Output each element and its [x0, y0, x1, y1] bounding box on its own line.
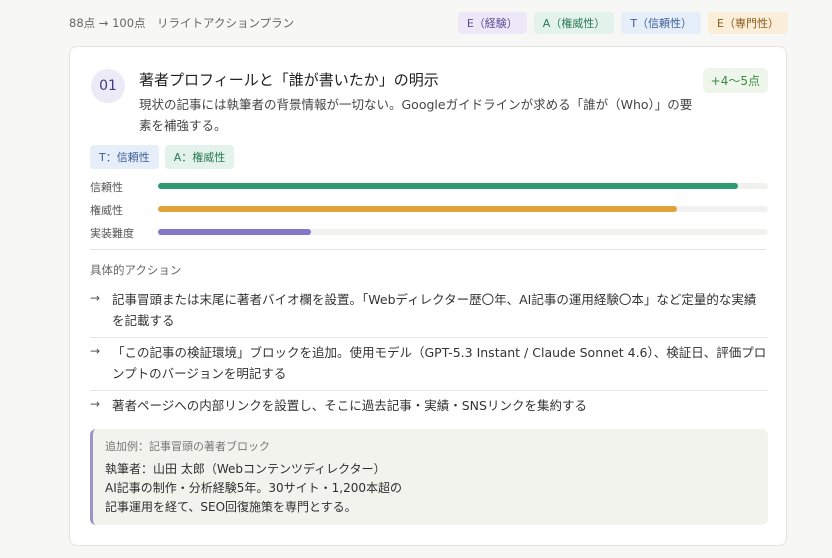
metric-bars: 信頼性 権威性 実装難度 [90, 177, 768, 246]
example-line: 執筆者：山田 太郎（Webコンテンツディレクター） [105, 462, 386, 476]
arrow-right-icon: → [90, 344, 101, 358]
action-card: 01 著者プロフィールと「誰が書いたか」の明示 +4〜5点 現状の記事には執筆者… [69, 46, 787, 546]
example-label: 追加例：記事冒頭の著者ブロック [105, 440, 270, 453]
card-title: 著者プロフィールと「誰が書いたか」の明示 [139, 71, 439, 89]
card-description: 現状の記事には執筆者の背景情報が一切ない。Googleガイドラインが求める「誰が… [139, 97, 693, 133]
action-item: → 「この記事の検証環境」ブロックを追加。使用モデル（GPT-5.3 Insta… [90, 338, 768, 391]
legend: E（経験） A（権威性） T（信頼性） E（専門性） [457, 12, 788, 34]
action-item: → 著者ページへの内部リンクを設置し、そこに過去記事・実績・SNSリンクを集約す… [90, 391, 768, 422]
legend-chip-experience: E（経験） [457, 12, 527, 34]
example-line: 記事運用を経て、SEO回復施策を専門とする。 [105, 500, 357, 514]
tag-trust: T：信頼性 [90, 145, 159, 169]
legend-chip-expertise: E（専門性） [708, 12, 788, 34]
actions-section-label: 具体的アクション [90, 263, 182, 277]
action-text: 記事冒頭または末尾に著者バイオ欄を設置。「Webディレクター歴〇年、AI記事の運… [112, 292, 757, 328]
bar-fill-difficulty [158, 229, 311, 235]
score-badge: +4〜5点 [702, 68, 768, 93]
bar-track [158, 229, 768, 235]
divider [90, 249, 766, 250]
bar-label: 権威性 [90, 204, 123, 217]
action-list: → 記事冒頭または末尾に著者バイオ欄を設置。「Webディレクター歴〇年、AI記事… [90, 285, 768, 422]
action-item: → 記事冒頭または末尾に著者バイオ欄を設置。「Webディレクター歴〇年、AI記事… [90, 285, 768, 338]
bar-label: 実装難度 [90, 227, 134, 240]
arrow-right-icon: → [90, 291, 101, 305]
bar-row-authority: 権威性 [90, 200, 768, 223]
bar-fill-authority [158, 206, 677, 212]
tag-list: T：信頼性 A：権威性 [90, 145, 235, 169]
bar-row-trust: 信頼性 [90, 177, 768, 200]
item-number-badge: 01 [91, 69, 125, 103]
bar-row-difficulty: 実装難度 [90, 223, 768, 246]
example-block: 追加例：記事冒頭の著者ブロック 執筆者：山田 太郎（Webコンテンツディレクター… [90, 429, 768, 525]
tag-authority: A：権威性 [164, 145, 235, 169]
action-text: 「この記事の検証環境」ブロックを追加。使用モデル（GPT-5.3 Instant… [112, 345, 767, 381]
arrow-right-icon: → [90, 397, 101, 411]
bar-fill-trust [158, 183, 738, 189]
legend-chip-authority: A（権威性） [533, 12, 615, 34]
bar-label: 信頼性 [90, 181, 123, 194]
header-bar: 88点 → 100点 リライトアクションプラン E（経験） A（権威性） T（信… [69, 12, 788, 34]
action-text: 著者ページへの内部リンクを設置し、そこに過去記事・実績・SNSリンクを集約する [112, 398, 587, 413]
legend-chip-trust: T（信頼性） [621, 12, 702, 34]
plan-title: 88点 → 100点 リライトアクションプラン [69, 16, 295, 30]
bar-track [158, 183, 768, 189]
bar-track [158, 206, 768, 212]
example-line: AI記事の制作・分析経験5年。30サイト・1,200本超の [105, 481, 403, 495]
